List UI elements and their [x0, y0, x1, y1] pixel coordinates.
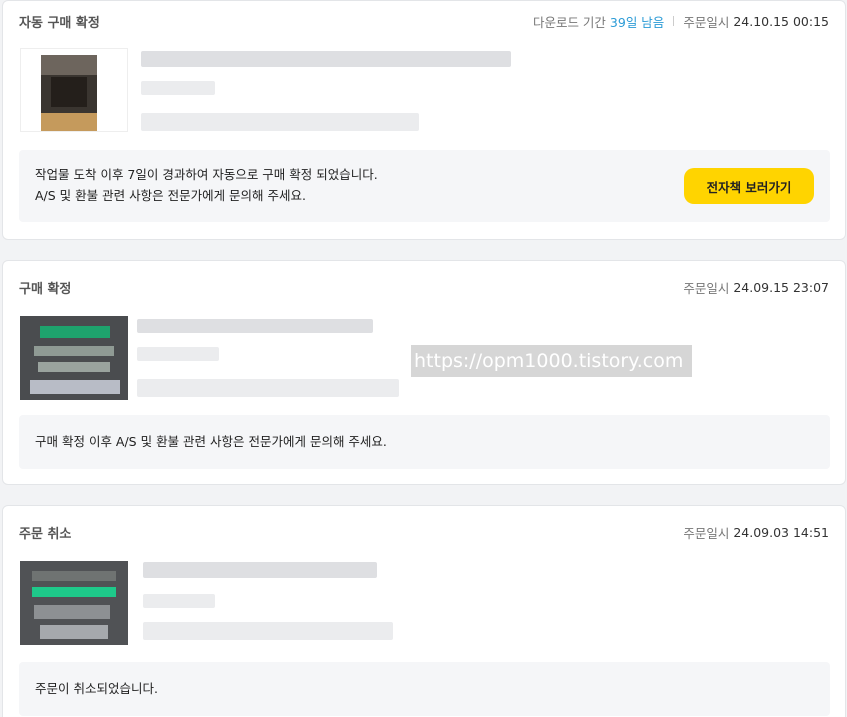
order-card-header: 주문 취소 주문일시 24.09.03 14:51 — [19, 522, 829, 542]
order-notice: 작업물 도착 이후 7일이 경과하여 자동으로 구매 확정 되었습니다. A/S… — [19, 150, 830, 222]
product-title-placeholder[interactable] — [137, 319, 373, 333]
order-date-label: 주문일시 — [683, 14, 730, 30]
product-option-placeholder — [137, 347, 219, 361]
order-date-label: 주문일시 — [683, 525, 730, 541]
product-thumbnail[interactable] — [20, 561, 128, 645]
notice-line: 구매 확정 이후 A/S 및 환불 관련 사항은 전문가에게 문의해 주세요. — [35, 434, 387, 449]
order-date: 24.09.15 23:07 — [733, 279, 829, 295]
divider — [673, 16, 675, 26]
order-meta: 주문일시 24.09.03 14:51 — [683, 523, 829, 542]
seller-info-placeholder — [141, 113, 419, 131]
product-thumbnail[interactable] — [20, 316, 128, 400]
order-status: 주문 취소 — [19, 526, 72, 542]
download-period-label: 다운로드 기간 — [532, 14, 606, 30]
order-card-header: 구매 확정 주문일시 24.09.15 23:07 — [19, 277, 829, 297]
order-date: 24.09.03 14:51 — [733, 524, 829, 540]
order-date: 24.10.15 00:15 — [733, 13, 829, 29]
notice-line: 주문이 취소되었습니다. — [35, 681, 158, 696]
order-card-header: 자동 구매 확정 다운로드 기간 39일 남음 주문일시 24.10.15 00… — [19, 11, 829, 31]
product-option-placeholder — [141, 81, 215, 95]
order-card: 주문 취소 주문일시 24.09.03 14:51 주문이 취소되었습니다. — [2, 505, 846, 717]
order-notice: 주문이 취소되었습니다. — [19, 662, 830, 716]
watermark-text: https://opm1000.tistory.com — [411, 345, 692, 377]
product-option-placeholder — [143, 594, 215, 608]
download-remaining: 39일 남음 — [609, 14, 665, 30]
notice-line: A/S 및 환불 관련 사항은 전문가에게 문의해 주세요. — [35, 188, 306, 203]
view-ebook-button[interactable]: 전자책 보러가기 — [684, 168, 814, 204]
product-title-placeholder[interactable] — [143, 562, 377, 578]
order-meta: 주문일시 24.09.15 23:07 — [683, 278, 829, 297]
order-notice: 구매 확정 이후 A/S 및 환불 관련 사항은 전문가에게 문의해 주세요. — [19, 415, 830, 469]
product-thumbnail[interactable] — [20, 48, 128, 132]
order-card: 자동 구매 확정 다운로드 기간 39일 남음 주문일시 24.10.15 00… — [2, 0, 846, 240]
order-status: 구매 확정 — [19, 281, 72, 297]
notice-line: 작업물 도착 이후 7일이 경과하여 자동으로 구매 확정 되었습니다. — [35, 167, 378, 182]
seller-info-placeholder — [143, 622, 393, 640]
order-status: 자동 구매 확정 — [19, 15, 100, 31]
order-meta: 다운로드 기간 39일 남음 주문일시 24.10.15 00:15 — [533, 12, 829, 31]
seller-info-placeholder — [137, 379, 399, 397]
order-date-label: 주문일시 — [683, 280, 730, 296]
